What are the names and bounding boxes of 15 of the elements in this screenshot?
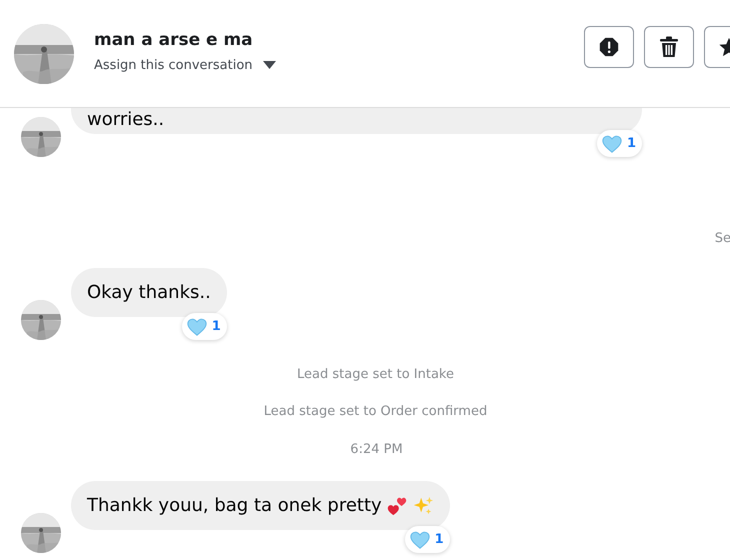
reaction-badge[interactable]: 1 [596, 130, 642, 157]
reaction-badge[interactable]: 1 [404, 526, 450, 553]
contact-name: man a arse e ma [94, 30, 254, 50]
message-text: worries.. [87, 109, 164, 130]
reaction-count: 1 [434, 532, 444, 547]
message-text: Okay thanks.. [87, 282, 211, 303]
reaction-count: 1 [626, 136, 636, 151]
seen-status: Se [714, 230, 730, 248]
reaction-count: 1 [212, 319, 221, 334]
event-note: Lead stage set to Order confirmed [264, 403, 488, 421]
reaction-badge[interactable]: 1 [182, 313, 227, 340]
event-note: Lead stage set to Intake [297, 366, 454, 384]
assign-dropdown[interactable]: Assign this conversation [94, 58, 276, 72]
message-text: Thankk youu, bag ta onek pretty [87, 495, 382, 516]
timestamp: 6:24 PM [350, 441, 403, 459]
